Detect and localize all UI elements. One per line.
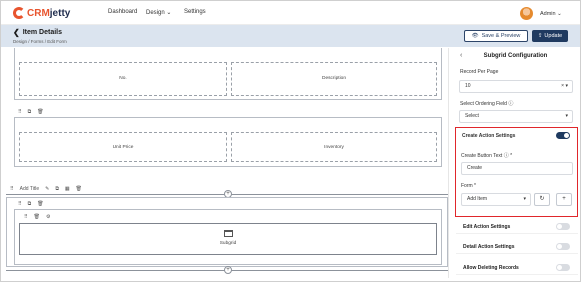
nav-settings[interactable]: Settings (184, 9, 206, 15)
user-menu[interactable]: Admin ⌄ (540, 11, 562, 17)
save-preview-button[interactable]: 👁 Save & Preview (464, 30, 528, 42)
chevron-down-icon: ⌄ (557, 11, 562, 17)
create-action-toggle[interactable] (556, 132, 570, 139)
allow-deleting-row: Allow Deleting Records (456, 261, 578, 275)
page-title-text: Item Details (22, 29, 62, 36)
breadcrumb[interactable]: Design / Forms / Edit Form (13, 39, 67, 44)
gear-icon[interactable]: ⚙ (46, 214, 50, 220)
row-toolbar: ⠿ ⧉ 🗑 (18, 200, 44, 208)
ordering-field-label-text: Select Ordering Field (460, 101, 507, 107)
plus-icon: + (562, 196, 566, 202)
field-label: Inventory (324, 145, 344, 150)
field-label: No. (119, 76, 127, 81)
window-icon (224, 230, 233, 237)
top-nav: CRM jetty Dashboard Design ⌄ Settings Ad… (1, 1, 580, 25)
page-title: ❮ Item Details (13, 28, 62, 37)
copy-icon[interactable]: ⧉ (28, 201, 32, 207)
subgrid-cell[interactable]: Subgrid (19, 223, 437, 255)
update-button[interactable]: ⇪ Update (532, 30, 568, 42)
nav-design-label: Design (146, 10, 165, 16)
create-button-text-label-text: Create Button Text (461, 153, 503, 159)
field-label: Description (322, 76, 346, 81)
drag-handle-icon[interactable]: ⠿ (24, 214, 28, 220)
create-action-label: Create Action Settings (462, 133, 516, 139)
brand-name-b: jetty (49, 7, 71, 19)
info-icon: ⓘ (503, 153, 509, 159)
ordering-field-label: Select Ordering Field ⓘ (460, 100, 513, 107)
drag-handle-icon[interactable]: ⠿ (18, 109, 22, 115)
form-label: Form * (461, 183, 477, 189)
field-cell-unit-price[interactable]: Unit Price (19, 132, 227, 162)
drag-handle-icon[interactable]: ⠿ (10, 186, 14, 192)
record-per-page-label: Record Per Page (460, 69, 499, 75)
form-label-text: Form (461, 183, 473, 189)
brand-name-a: CRM (27, 7, 50, 19)
nav-design[interactable]: Design ⌄ (146, 9, 171, 16)
record-per-page-value: 10 (465, 83, 471, 89)
copy-icon[interactable]: ⧉ (55, 186, 59, 192)
field-cell-no[interactable]: No. (19, 62, 227, 96)
clear-chevron-icon[interactable]: × ▾ (561, 81, 568, 92)
cell-toolbar: ⠿ 🗑 ⚙ (24, 213, 51, 221)
edit-icon[interactable]: ✎ (45, 186, 49, 192)
refresh-icon: ↻ (539, 196, 545, 202)
panel-title: Subgrid Configuration (483, 53, 548, 59)
chevron-down-icon: ▾ (523, 196, 526, 202)
section-title[interactable]: Add Title (20, 186, 39, 192)
ordering-field-value: Select (465, 113, 479, 119)
detail-action-label: Detail Action Settings (463, 244, 515, 250)
row-toolbar: ⠿ ⧉ 🗑 (18, 108, 44, 116)
refresh-button[interactable]: ↻ (534, 193, 550, 206)
edit-action-toggle[interactable] (556, 223, 570, 230)
form-select-value: Add Item (467, 196, 488, 202)
logo-icon (13, 7, 25, 19)
update-label: Update (544, 33, 563, 39)
allow-deleting-label: Allow Deleting Records (463, 265, 519, 271)
form-canvas: No. Description ⠿ ⧉ 🗑 Unit Price Invento… (2, 48, 449, 278)
back-arrow-icon[interactable]: ❮ (13, 28, 20, 37)
subgrid-label: Subgrid (219, 241, 237, 246)
page-header: ❮ Item Details Design / Forms / Edit For… (1, 25, 580, 47)
upload-icon: ⇪ (537, 33, 543, 39)
add-form-button[interactable]: + (556, 193, 572, 206)
field-cell-description[interactable]: Description (231, 62, 437, 96)
field-cell-inventory[interactable]: Inventory (231, 132, 437, 162)
trash-icon[interactable]: 🗑 (37, 109, 43, 115)
field-label: Unit Price (112, 145, 134, 150)
info-icon: ⓘ (508, 101, 514, 107)
nav-dashboard[interactable]: Dashboard (108, 9, 137, 15)
record-per-page-select[interactable]: 10 × ▾ (459, 80, 573, 93)
detail-action-row: Detail Action Settings (456, 240, 578, 254)
trash-icon[interactable]: 🗑 (34, 214, 40, 220)
edit-action-label: Edit Action Settings (463, 224, 511, 230)
avatar[interactable] (520, 7, 533, 20)
create-button-text-input[interactable]: Create (461, 162, 573, 175)
grid-icon[interactable]: ▦ (65, 186, 70, 192)
create-button-text-value: Create (467, 165, 483, 171)
create-button-text-label: Create Button Text ⓘ * (461, 153, 513, 159)
brand-logo[interactable]: CRM jetty (13, 5, 70, 21)
form-select[interactable]: Add Item ▾ (461, 193, 531, 206)
ordering-field-select[interactable]: Select ▾ (459, 110, 573, 123)
trash-icon[interactable]: 🗑 (37, 201, 43, 207)
eye-icon: 👁 (471, 33, 479, 39)
copy-icon[interactable]: ⧉ (28, 109, 32, 115)
chevron-down-icon: ▾ (565, 113, 568, 119)
edit-action-row: Edit Action Settings (456, 220, 578, 234)
user-name: Admin (540, 11, 556, 17)
trash-icon[interactable]: 🗑 (76, 186, 82, 192)
drag-handle-icon[interactable]: ⠿ (18, 201, 22, 207)
allow-deleting-toggle[interactable] (556, 264, 570, 271)
save-preview-label: Save & Preview (481, 33, 521, 39)
detail-action-toggle[interactable] (556, 243, 570, 250)
section-toolbar: ⠿ Add Title ✎ ⧉ ▦ 🗑 (10, 185, 82, 193)
chevron-down-icon: ⌄ (166, 10, 172, 16)
add-section-icon[interactable]: + (224, 266, 232, 274)
